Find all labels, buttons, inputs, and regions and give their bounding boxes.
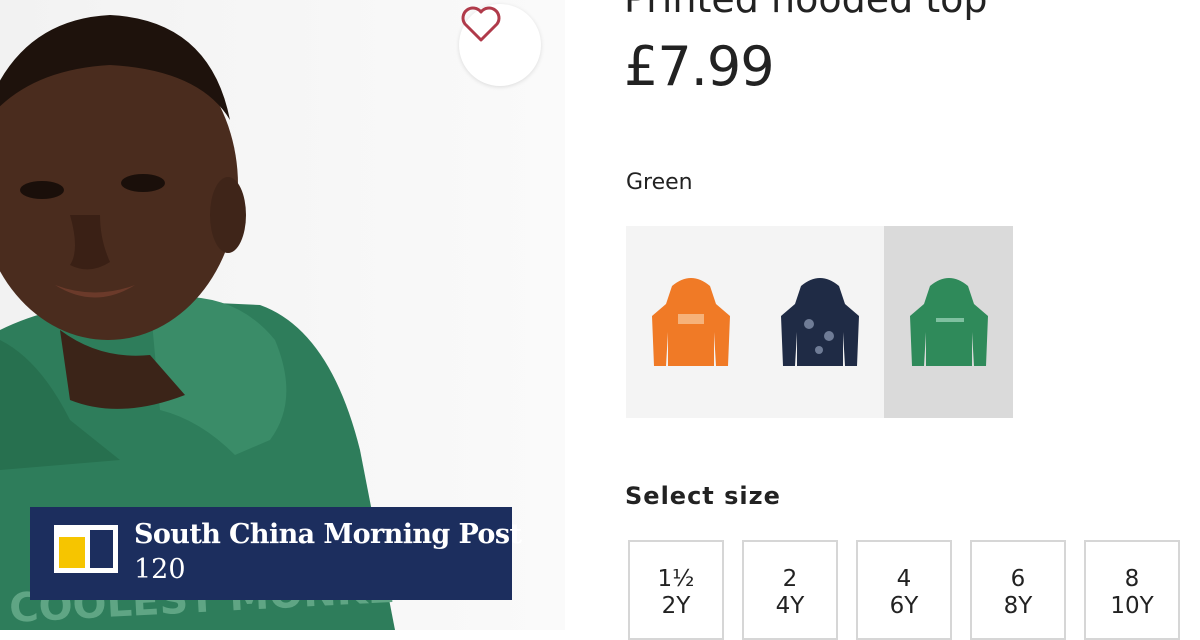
color-swatches	[626, 226, 1013, 418]
size-option[interactable]: 8 10Y	[1084, 540, 1180, 640]
swatch-navy[interactable]	[755, 226, 884, 418]
orange-hoodie-thumbnail	[651, 278, 730, 366]
size-age: 6Y	[889, 593, 919, 619]
size-value: 2	[782, 566, 798, 592]
size-value: 1½	[657, 566, 695, 592]
size-option[interactable]: 4 6Y	[856, 540, 952, 640]
size-option[interactable]: 1½ 2Y	[628, 540, 724, 640]
navy-hoodie-thumbnail	[780, 278, 859, 366]
size-value: 4	[896, 566, 912, 592]
size-age: 4Y	[775, 593, 805, 619]
brand-banner: South China Morning Post 120	[30, 507, 522, 600]
favorite-button[interactable]	[459, 4, 541, 86]
size-age: 8Y	[1003, 593, 1033, 619]
size-age: 2Y	[661, 593, 691, 619]
scmp-logo-icon	[54, 525, 118, 573]
size-age: 10Y	[1110, 593, 1154, 619]
size-option[interactable]: 6 8Y	[970, 540, 1066, 640]
swatch-green[interactable]	[884, 226, 1013, 418]
selected-color-label: Green	[626, 170, 693, 195]
size-value: 6	[1010, 566, 1026, 592]
heart-icon	[461, 6, 501, 42]
swatch-orange[interactable]	[626, 226, 755, 418]
size-value: 8	[1124, 566, 1140, 592]
product-title: Printed hooded top	[624, 0, 988, 18]
select-size-heading: Select size	[625, 482, 781, 510]
size-options: 1½ 2Y 2 4Y 4 6Y 6 8Y 8 10Y	[628, 540, 1180, 640]
banner-publication-name: South China Morning Post	[134, 519, 522, 550]
banner-subtitle: 120	[134, 554, 186, 585]
product-price: £7.99	[624, 35, 775, 98]
size-option[interactable]: 2 4Y	[742, 540, 838, 640]
green-hoodie-thumbnail	[909, 278, 988, 366]
